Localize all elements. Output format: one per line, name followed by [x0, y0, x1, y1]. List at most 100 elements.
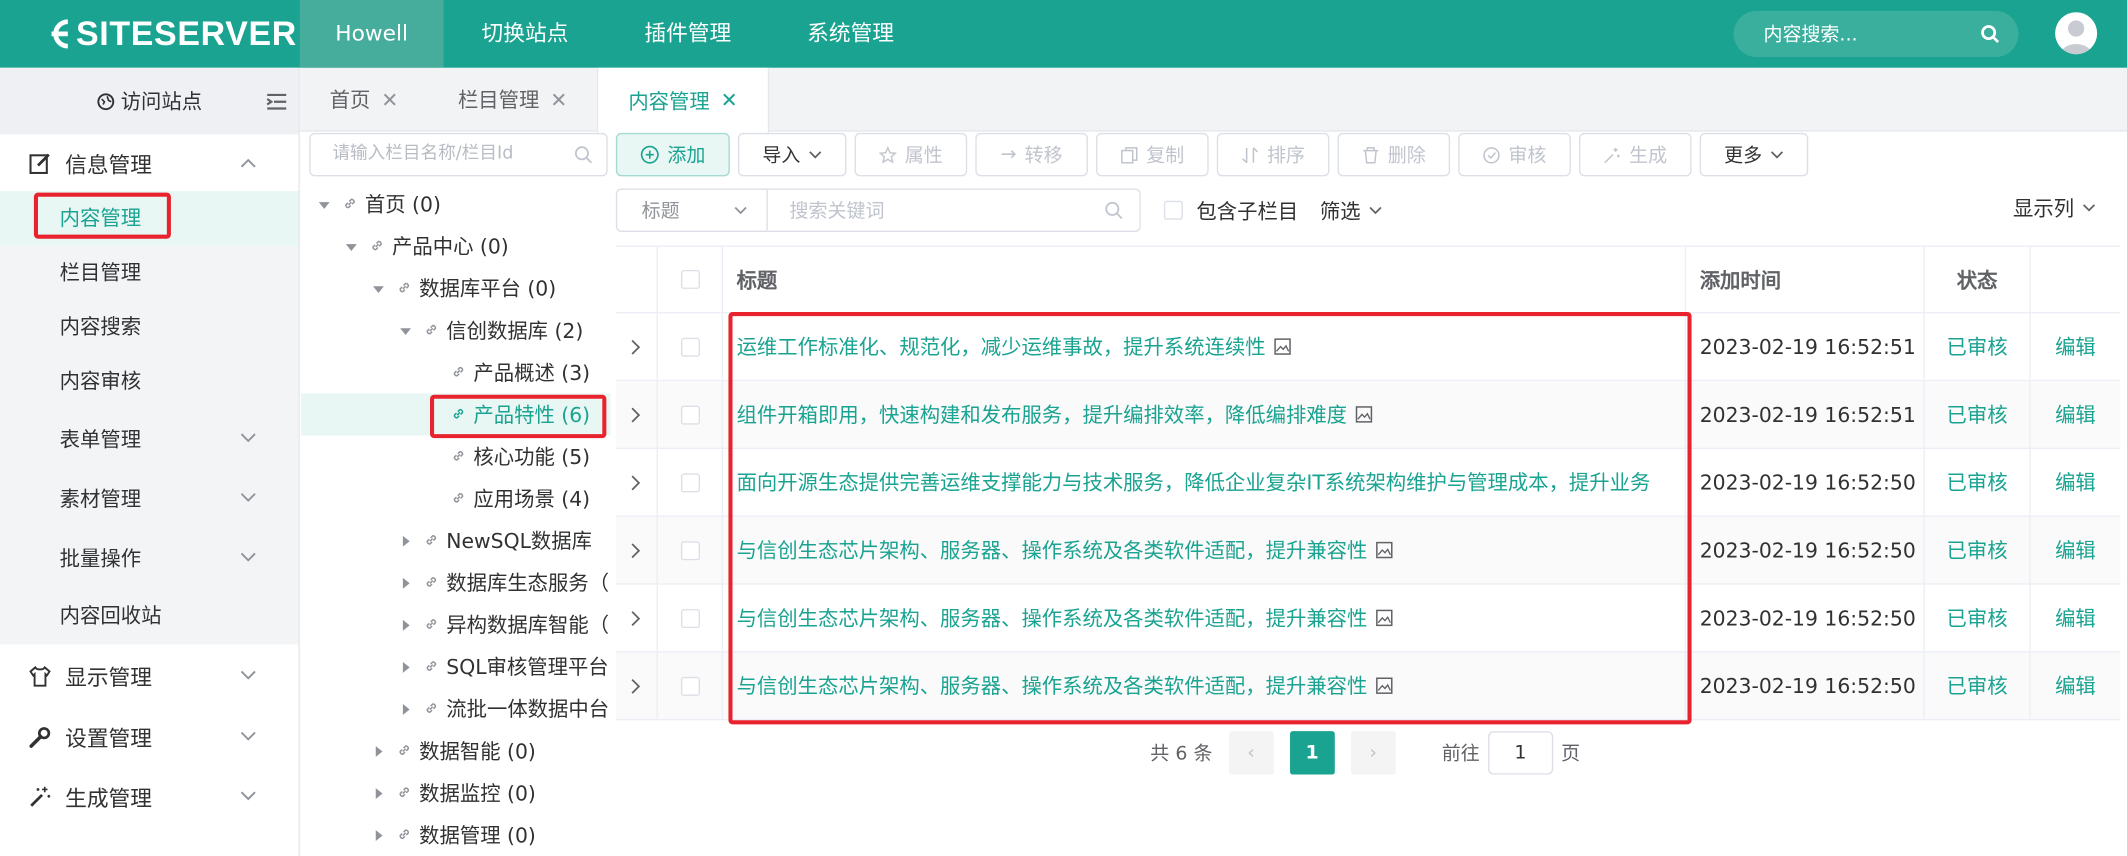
content-title-link[interactable]: 面向开源生态提供完善运维支撑能力与技术服务，降低企业复杂IT系统架构维护与管理成…	[737, 468, 1651, 496]
status-badge[interactable]: 已审核	[1923, 449, 2030, 516]
sidebar-item-content-audit[interactable]: 内容审核	[0, 354, 298, 408]
sidebar-item-content-manage[interactable]: 内容管理	[0, 191, 299, 246]
import-button[interactable]: 导入	[737, 132, 847, 177]
caret-down-icon[interactable]	[399, 318, 418, 342]
status-badge[interactable]: 已审核	[1923, 313, 2030, 380]
expand-cell[interactable]	[616, 406, 657, 422]
close-icon[interactable]: ✕	[381, 87, 398, 111]
sort-button[interactable]: 排序	[1216, 132, 1330, 177]
caret-right-icon[interactable]	[372, 823, 391, 847]
content-title-link[interactable]: 与信创生态芯片架构、服务器、操作系统及各类软件适配，提升兼容性	[737, 671, 1368, 699]
tree-node[interactable]: 数据监控 (0)	[301, 772, 610, 814]
close-icon[interactable]: ✕	[721, 88, 738, 112]
include-children-checkbox[interactable]: 包含子栏目	[1163, 196, 1298, 224]
header-time[interactable]: 添加时间	[1684, 246, 1924, 312]
header-title[interactable]: 标题	[721, 246, 1685, 312]
caret-right-icon[interactable]	[399, 655, 418, 679]
edit-link[interactable]: 编辑	[2029, 516, 2120, 584]
sidebar-item-material-manage[interactable]: 素材管理	[0, 468, 298, 528]
sidebar-item-batch-ops[interactable]: 批量操作	[0, 528, 298, 588]
tree-node[interactable]: 信创数据库 (2)	[301, 309, 610, 351]
global-search-input[interactable]: 内容搜索...	[1733, 10, 2019, 57]
caret-down-icon[interactable]	[372, 276, 391, 300]
avatar[interactable]	[2055, 12, 2098, 55]
tree-node[interactable]: 流批一体数据中台	[301, 688, 610, 730]
copy-button[interactable]: 复制	[1096, 132, 1209, 177]
edit-link[interactable]: 编辑	[2029, 313, 2120, 380]
search-icon[interactable]	[1980, 24, 2000, 44]
tree-node[interactable]: 首页 (0)	[301, 183, 610, 225]
tree-node[interactable]: 产品概述 (3)	[301, 351, 610, 393]
expand-cell[interactable]	[616, 678, 657, 694]
expand-cell[interactable]	[616, 610, 657, 626]
edit-link[interactable]: 编辑	[2029, 381, 2120, 448]
tree-node[interactable]: 异构数据库智能（	[301, 604, 610, 646]
sidebar-item-content-search[interactable]: 内容搜索	[0, 300, 298, 354]
topnav-site[interactable]: Howell	[299, 0, 444, 68]
sidebar-item-form-manage[interactable]: 表单管理	[0, 408, 298, 468]
brand-logo[interactable]: SITESERVER	[43, 14, 297, 55]
row-checkbox[interactable]	[680, 472, 700, 492]
tree-node[interactable]: 数据库平台 (0)	[301, 267, 610, 309]
delete-button[interactable]: 删除	[1337, 132, 1451, 177]
display-columns-dropdown[interactable]: 显示列	[2013, 194, 2096, 222]
move-button[interactable]: → 转移	[975, 132, 1088, 177]
row-checkbox[interactable]	[680, 337, 700, 357]
search-field-select[interactable]: 标题	[615, 188, 768, 232]
chevron-right-icon[interactable]	[631, 338, 642, 354]
caret-right-icon[interactable]	[399, 528, 418, 552]
tab-channel-manage[interactable]: 栏目管理 ✕	[428, 68, 597, 132]
sidebar-item-channel-manage[interactable]: 栏目管理	[0, 246, 298, 300]
status-badge[interactable]: 已审核	[1923, 516, 2030, 584]
expand-cell[interactable]	[616, 542, 657, 558]
keyword-input[interactable]: 搜索关键词	[767, 188, 1141, 232]
select-all-checkbox[interactable]	[680, 269, 700, 289]
content-title-link[interactable]: 运维工作标准化、规范化，减少运维事故，提升系统连续性	[737, 332, 1266, 360]
topnav-system[interactable]: 系统管理	[769, 0, 932, 68]
status-badge[interactable]: 已审核	[1923, 584, 2030, 652]
tree-node[interactable]: 产品中心 (0)	[301, 225, 610, 267]
chevron-right-icon[interactable]	[631, 610, 642, 626]
status-badge[interactable]: 已审核	[1923, 381, 2030, 448]
expand-cell[interactable]	[616, 338, 657, 354]
caret-right-icon[interactable]	[399, 697, 418, 721]
chevron-right-icon[interactable]	[631, 542, 642, 558]
tree-node[interactable]: NewSQL数据库	[301, 520, 610, 562]
expand-cell[interactable]	[616, 474, 657, 490]
tab-home[interactable]: 首页 ✕	[300, 68, 428, 132]
tree-node[interactable]: SQL审核管理平台	[301, 646, 610, 688]
tree-node[interactable]: 数据管理 (0)	[301, 814, 610, 856]
topnav-plugins[interactable]: 插件管理	[606, 0, 769, 68]
header-status[interactable]: 状态	[1923, 246, 2030, 312]
close-icon[interactable]: ✕	[550, 87, 567, 111]
search-icon[interactable]	[1104, 201, 1123, 220]
caret-right-icon[interactable]	[372, 781, 391, 805]
chevron-right-icon[interactable]	[631, 678, 642, 694]
content-title-link[interactable]: 组件开箱即用，快速构建和发布服务，提升编排效率，降低编排难度	[737, 400, 1347, 428]
caret-right-icon[interactable]	[372, 739, 391, 763]
caret-right-icon[interactable]	[399, 612, 418, 636]
menu-collapse-icon[interactable]	[266, 92, 288, 111]
sidebar-item-recycle-bin[interactable]: 内容回收站	[0, 587, 298, 644]
chevron-right-icon[interactable]	[631, 406, 642, 422]
caret-down-icon[interactable]	[345, 234, 364, 258]
tab-content-manage[interactable]: 内容管理 ✕	[597, 67, 769, 133]
sidebar-section-settings[interactable]: 设置管理	[0, 707, 298, 767]
row-checkbox[interactable]	[680, 608, 700, 628]
visit-site-link[interactable]: 访问站点	[0, 67, 299, 135]
row-checkbox[interactable]	[680, 676, 700, 696]
content-title-link[interactable]: 与信创生态芯片架构、服务器、操作系统及各类软件适配，提升兼容性	[737, 536, 1368, 564]
generate-button[interactable]: 生成	[1578, 132, 1692, 177]
tree-node[interactable]: 核心功能 (5)	[301, 435, 610, 477]
edit-link[interactable]: 编辑	[2029, 652, 2120, 719]
caret-right-icon[interactable]	[399, 570, 418, 594]
sidebar-section-generate[interactable]: 生成管理	[0, 766, 298, 826]
attribute-button[interactable]: 属性	[854, 132, 968, 177]
prev-page-button[interactable]: ‹	[1228, 731, 1274, 775]
sidebar-section-display[interactable]: 显示管理	[0, 644, 298, 706]
edit-link[interactable]: 编辑	[2029, 584, 2120, 652]
tree-node[interactable]: 应用场景 (4)	[301, 477, 610, 519]
caret-down-icon[interactable]	[317, 192, 336, 216]
chevron-right-icon[interactable]	[631, 474, 642, 490]
tree-node[interactable]: 产品特性 (6)	[301, 393, 611, 436]
